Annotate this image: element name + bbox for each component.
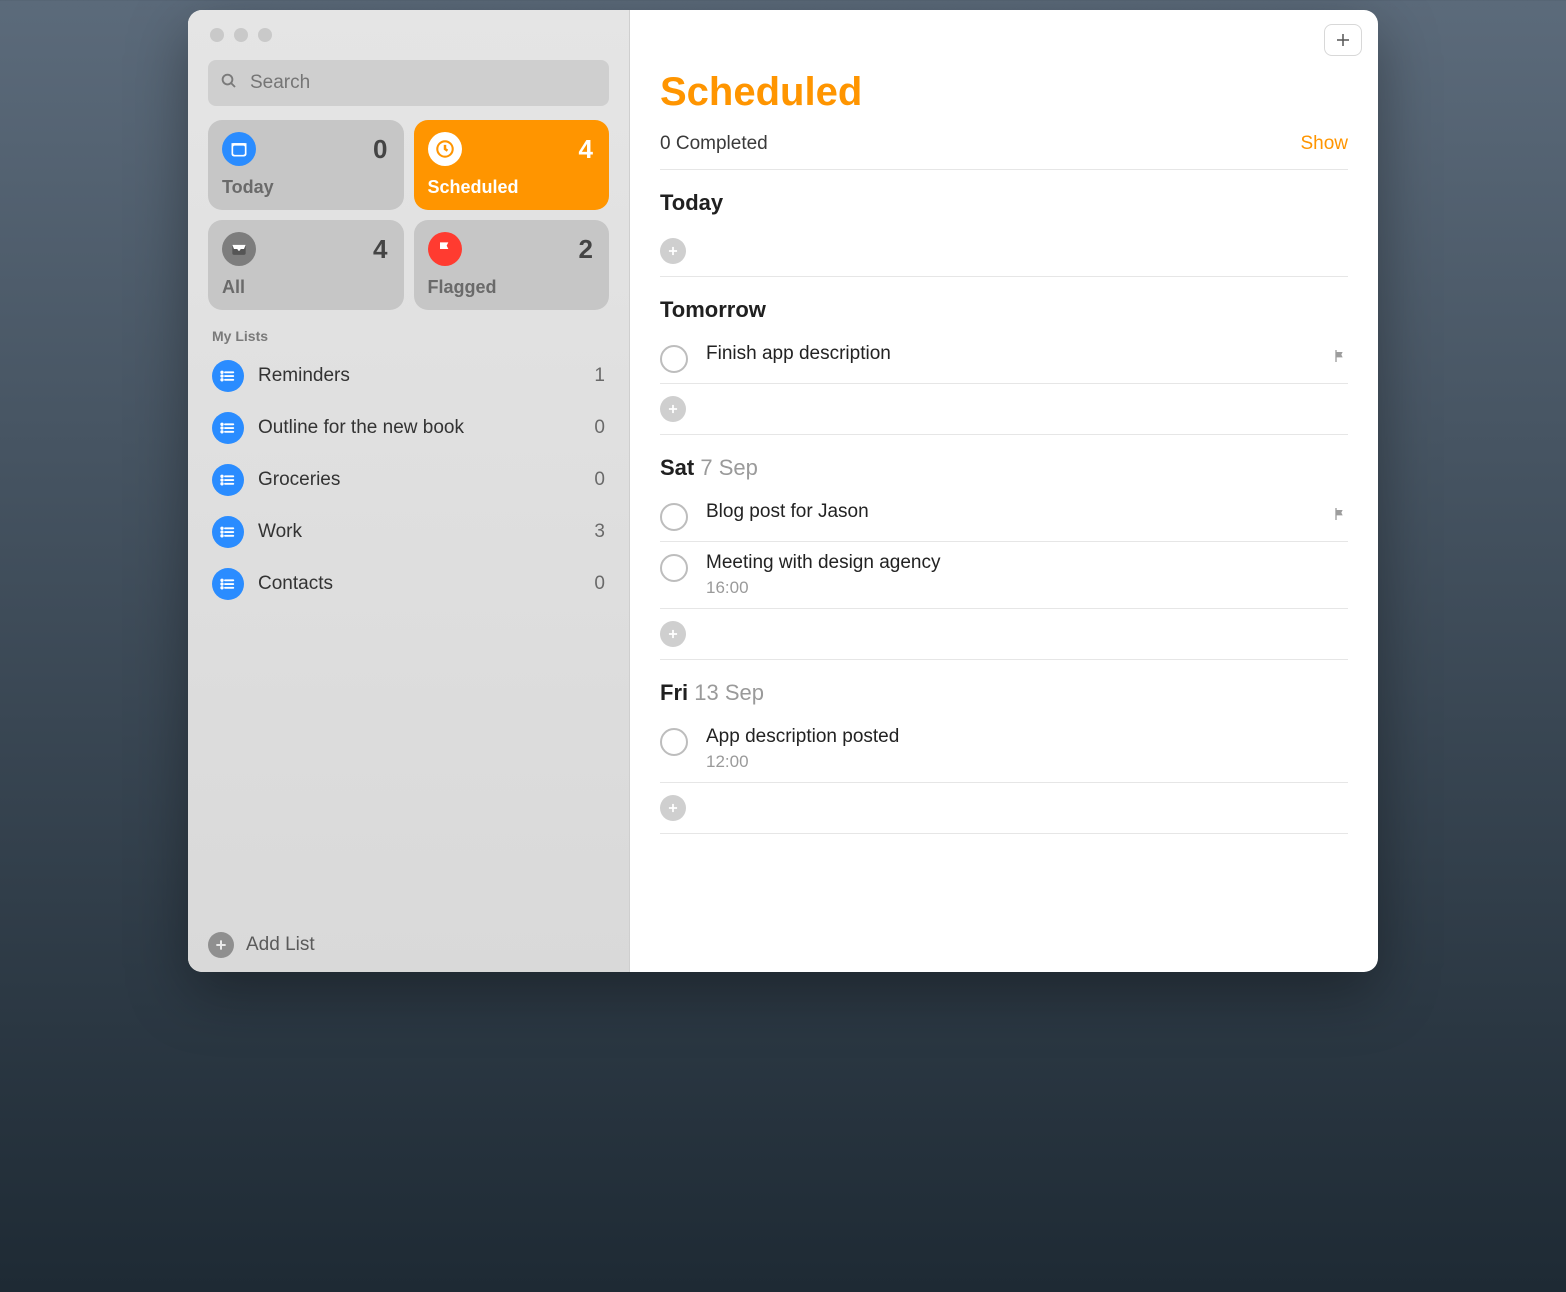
list-count: 0 — [594, 469, 605, 491]
page-title: Scheduled — [660, 70, 1348, 115]
flag-icon — [1332, 347, 1348, 365]
list-name: Outline for the new book — [258, 417, 464, 439]
main-panel: Scheduled 0 Completed Show Today Tomorrow… — [630, 10, 1378, 972]
list-bullet-icon — [212, 568, 244, 600]
list-bullet-icon — [212, 516, 244, 548]
list-name: Work — [258, 521, 302, 543]
list-item[interactable]: Outline for the new book 0 — [198, 402, 619, 454]
list-bullet-icon — [212, 360, 244, 392]
flag-icon — [428, 232, 462, 266]
smartlist-scheduled-label: Scheduled — [428, 177, 594, 198]
date-group-header: Sat 7 Sep — [660, 455, 1348, 481]
complete-checkbox[interactable] — [660, 554, 688, 582]
add-reminder-inline[interactable] — [660, 783, 1348, 834]
smartlist-flagged-count: 2 — [579, 234, 593, 265]
lists: Reminders1Outline for the new book0Groce… — [188, 350, 629, 918]
date-group: Fri 13 Sep App description posted 12:00 — [660, 680, 1348, 834]
sidebar: 0 Today 4 Scheduled 4 — [188, 10, 630, 972]
list-item[interactable]: Groceries 0 — [198, 454, 619, 506]
smartlist-scheduled-count: 4 — [579, 134, 593, 165]
list-count: 1 — [594, 365, 605, 387]
reminder-time: 12:00 — [706, 752, 1348, 772]
plus-circle-icon — [660, 238, 686, 264]
plus-circle-icon — [208, 932, 234, 958]
list-count: 0 — [594, 573, 605, 595]
smartlist-all-label: All — [222, 277, 388, 298]
add-reminder-inline[interactable] — [660, 226, 1348, 277]
minimize-window-button[interactable] — [234, 28, 248, 42]
add-reminder-inline[interactable] — [660, 609, 1348, 660]
smartlist-today[interactable]: 0 Today — [208, 120, 404, 210]
add-list-button[interactable]: Add List — [188, 918, 629, 972]
window-controls — [188, 10, 629, 42]
reminder-row[interactable]: App description posted 12:00 — [660, 716, 1348, 783]
reminder-title: App description posted — [706, 726, 1348, 748]
list-name: Reminders — [258, 365, 350, 387]
close-window-button[interactable] — [210, 28, 224, 42]
new-reminder-button[interactable] — [1324, 24, 1362, 56]
search-field[interactable] — [208, 60, 609, 106]
smartlist-today-count: 0 — [373, 134, 387, 165]
reminder-title: Blog post for Jason — [706, 501, 1314, 523]
clock-icon — [428, 132, 462, 166]
date-group-header: Tomorrow — [660, 297, 1348, 323]
list-name: Contacts — [258, 573, 333, 595]
date-group-header: Fri 13 Sep — [660, 680, 1348, 706]
calendar-icon — [222, 132, 256, 166]
smartlist-flagged-label: Flagged — [428, 277, 594, 298]
smartlist-all-count: 4 — [373, 234, 387, 265]
plus-circle-icon — [660, 621, 686, 647]
inbox-icon — [222, 232, 256, 266]
reminder-row[interactable]: Finish app description — [660, 333, 1348, 384]
complete-checkbox[interactable] — [660, 728, 688, 756]
search-icon — [220, 72, 238, 95]
date-group: Today — [660, 190, 1348, 277]
list-item[interactable]: Reminders 1 — [198, 350, 619, 402]
reminder-title: Meeting with design agency — [706, 552, 1348, 574]
show-completed-link[interactable]: Show — [1300, 133, 1348, 155]
reminder-row[interactable]: Meeting with design agency 16:00 — [660, 542, 1348, 609]
list-count: 3 — [594, 521, 605, 543]
lists-header: My Lists — [188, 320, 629, 350]
reminder-row[interactable]: Blog post for Jason — [660, 491, 1348, 542]
date-group-header: Today — [660, 190, 1348, 216]
list-name: Groceries — [258, 469, 340, 491]
date-group: Tomorrow Finish app description — [660, 297, 1348, 435]
plus-circle-icon — [660, 795, 686, 821]
reminders-window: 0 Today 4 Scheduled 4 — [188, 10, 1378, 972]
smartlist-flagged[interactable]: 2 Flagged — [414, 220, 610, 310]
zoom-window-button[interactable] — [258, 28, 272, 42]
smartlist-today-label: Today — [222, 177, 388, 198]
list-bullet-icon — [212, 412, 244, 444]
completed-count: 0 Completed — [660, 133, 768, 155]
reminder-title: Finish app description — [706, 343, 1314, 365]
add-reminder-inline[interactable] — [660, 384, 1348, 435]
flag-icon — [1332, 505, 1348, 523]
complete-checkbox[interactable] — [660, 503, 688, 531]
complete-checkbox[interactable] — [660, 345, 688, 373]
list-count: 0 — [594, 417, 605, 439]
list-item[interactable]: Contacts 0 — [198, 558, 619, 610]
list-item[interactable]: Work 3 — [198, 506, 619, 558]
date-group: Sat 7 Sep Blog post for Jason Meeting with… — [660, 455, 1348, 660]
list-bullet-icon — [212, 464, 244, 496]
add-list-label: Add List — [246, 934, 315, 956]
plus-circle-icon — [660, 396, 686, 422]
smartlist-all[interactable]: 4 All — [208, 220, 404, 310]
smartlist-scheduled[interactable]: 4 Scheduled — [414, 120, 610, 210]
reminder-time: 16:00 — [706, 578, 1348, 598]
search-input[interactable] — [248, 71, 597, 95]
